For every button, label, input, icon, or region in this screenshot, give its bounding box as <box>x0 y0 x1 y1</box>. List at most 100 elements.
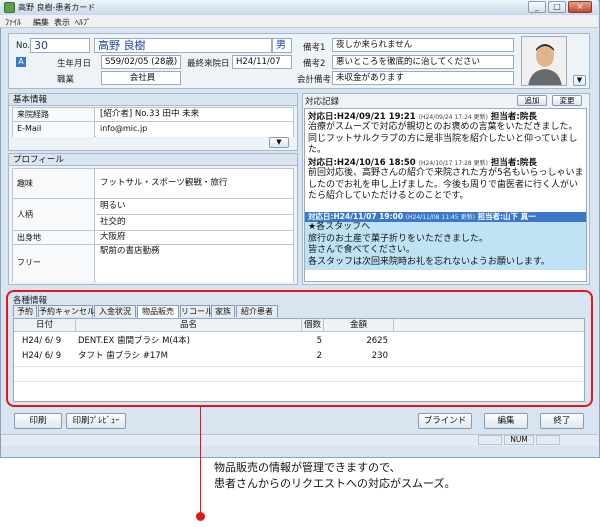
record-staff: 担当者:山下 真一 <box>477 212 536 221</box>
print-button[interactable]: 印刷 <box>14 413 62 429</box>
status-pane <box>536 435 560 445</box>
row-amount: 2625 <box>366 336 388 346</box>
record-date: 対応日:H24/09/21 19:21 <box>308 112 416 122</box>
patient-photo[interactable] <box>521 36 567 86</box>
note1-field[interactable]: 夜しか来られません <box>332 38 514 52</box>
tab-product-sales[interactable]: 物品販売 <box>137 305 179 318</box>
row-quantity: 2 <box>316 351 322 361</box>
status-num: NUM <box>504 435 534 445</box>
close-button[interactable]: × <box>568 1 592 13</box>
table-row[interactable]: H24/ 6/ 9 DENT.EX 歯間ブラシ M(4本) 5 2625 <box>14 334 584 349</box>
sales-table: 日付 品名 個数 金額 H24/ 6/ 9 DENT.EX 歯間ブラシ M(4本… <box>13 318 585 402</box>
record-item-selected[interactable]: 対応日:H24/11/07 19:00 (H24/11/08 11:45 更新)… <box>305 212 586 270</box>
tab-reservation-cancel[interactable]: 予約キャンセル <box>38 305 95 317</box>
callout-dot-icon <box>196 512 205 521</box>
hobby-row: 趣味 フットサル・スポーツ観戦・旅行 <box>13 169 293 199</box>
tab-recall[interactable]: リコール <box>180 305 213 317</box>
blind-button[interactable]: ブラインド <box>418 413 472 429</box>
col-date[interactable]: 日付 <box>14 319 76 331</box>
email-label: E-Mail <box>13 122 95 137</box>
birthplace-label: 出身地 <box>13 231 95 244</box>
patient-no-field[interactable]: 30 <box>30 38 90 53</box>
edit-button[interactable]: 編集 <box>484 413 528 429</box>
records-header: 対応記録 <box>305 97 340 107</box>
tab-family[interactable]: 家族 <box>211 305 235 317</box>
patient-sex-field[interactable]: 男 <box>272 38 292 53</box>
profile-header: プロフィール <box>9 154 297 166</box>
birth-field[interactable]: S59/02/05 (28歳) <box>101 55 181 69</box>
profile-grid: 趣味 フットサル・スポーツ観戦・旅行 人柄 明るい 社交的 出身地 大阪府 フリ… <box>12 168 294 282</box>
record-header: 対応日:H24/09/21 19:21 (H24/09/24 17:24 更新)… <box>308 110 584 122</box>
free-value[interactable]: 駅前の書店勤務 <box>96 245 293 282</box>
patient-name-field[interactable]: 高野 良樹 <box>94 38 272 53</box>
empty-row-divider <box>14 381 584 382</box>
exit-button[interactable]: 終了 <box>540 413 584 429</box>
photo-dropdown-button[interactable]: ▼ <box>573 75 586 86</box>
birthplace-value[interactable]: 大阪府 <box>96 231 293 244</box>
hobby-label: 趣味 <box>13 169 95 198</box>
last-visit-field[interactable]: H24/11/07 <box>232 55 292 69</box>
row-date: H24/ 6/ 9 <box>22 336 62 346</box>
record-body: ★各スタッフへ 旅行のお土産で菓子折りをいただきました。 皆さんで食べてください… <box>308 222 550 267</box>
col-item-name[interactable]: 品名 <box>76 319 302 331</box>
edit-record-button[interactable]: 変更 <box>552 95 582 106</box>
record-item[interactable]: 対応日:H24/10/16 18:50 (H24/10/17 17:28 更新)… <box>308 156 584 203</box>
misc-tabs: 予約 予約キャンセル 入金状況 物品販売 リコール 家族 紹介患者 <box>13 305 585 319</box>
menu-file[interactable]: ﾌｧｲﾙ <box>5 17 21 28</box>
record-header: 対応日:H24/10/16 18:50 (H24/10/17 17:28 更新)… <box>308 156 584 168</box>
table-row[interactable]: H24/ 6/ 9 タフト 歯ブラシ #17M 2 230 <box>14 349 584 364</box>
row-quantity: 5 <box>316 336 322 346</box>
records-list[interactable]: 対応日:H24/09/21 19:21 (H24/09/24 17:24 更新)… <box>304 108 587 282</box>
record-body: 治療がスムーズで対応が親切とのお褒めの言葉をいただきました。同じフットサルクラブ… <box>308 122 578 155</box>
company-note-field[interactable]: 未収金があります <box>332 71 514 85</box>
personality-value-2[interactable]: 社交的 <box>96 215 293 230</box>
row-date: H24/ 6/ 9 <box>22 351 62 361</box>
note2-field[interactable]: 悪いところを徹底的に治してください <box>332 55 514 69</box>
free-row: フリー 駅前の書店勤務 <box>13 245 293 282</box>
note1-label: 備考1 <box>303 43 326 53</box>
menu-edit[interactable]: 編集 <box>33 17 49 28</box>
no-label: No. <box>16 41 31 51</box>
record-staff: 担当者:院長 <box>490 112 537 122</box>
menu-view[interactable]: 表示 <box>54 17 70 28</box>
birth-label: 生年月日 <box>57 59 92 69</box>
email-row: E-Mail info@mic.jp <box>13 122 293 137</box>
tab-reservation[interactable]: 予約 <box>13 305 37 317</box>
app-icon <box>4 2 15 13</box>
personality-label: 人柄 <box>13 199 95 230</box>
caption-line-2: 患者さんからのリクエストへの対応がスムーズ。 <box>214 477 456 490</box>
personality-row: 人柄 明るい 社交的 <box>13 199 293 231</box>
record-staff: 担当者:院長 <box>490 158 537 168</box>
hobby-value[interactable]: フットサル・スポーツ観戦・旅行 <box>96 169 293 198</box>
sales-table-header: 日付 品名 個数 金額 <box>14 319 584 332</box>
record-body: 前回対応後、高野さんの紹介で来院された方が5名もいらっしゃいましたのでお礼を申し… <box>308 168 584 201</box>
minimize-button[interactable]: _ <box>528 1 546 13</box>
print-preview-button[interactable]: 印刷ﾌﾟﾚﾋﾞｭｰ <box>66 413 126 429</box>
note2-label: 備考2 <box>303 59 326 69</box>
add-record-button[interactable]: 追加 <box>517 95 547 106</box>
basic-info-dropdown-button[interactable]: ▼ <box>269 137 289 148</box>
basic-info-header: 基本情報 <box>9 94 297 106</box>
col-quantity[interactable]: 個数 <box>302 319 324 331</box>
record-date: 対応日:H24/11/07 19:00 <box>308 212 404 221</box>
status-pane <box>478 435 502 445</box>
record-updated: (H24/11/08 11:45 更新) <box>405 214 475 221</box>
job-field[interactable]: 会社員 <box>101 71 181 85</box>
tab-referred-patients[interactable]: 紹介患者 <box>236 305 278 317</box>
tab-payment[interactable]: 入金状況 <box>94 305 136 317</box>
record-item[interactable]: 対応日:H24/09/21 19:21 (H24/09/24 17:24 更新)… <box>308 110 584 157</box>
maximize-button[interactable]: □ <box>548 1 566 13</box>
record-updated: (H24/10/17 17:28 更新) <box>418 160 488 167</box>
row-amount: 230 <box>371 351 388 361</box>
menu-help[interactable]: ﾍﾙﾌﾟ <box>75 17 91 28</box>
email-value[interactable]: info@mic.jp <box>96 122 293 137</box>
row-item-name: DENT.EX 歯間ブラシ M(4本) <box>78 336 190 346</box>
col-amount[interactable]: 金額 <box>324 319 394 331</box>
callout-line <box>200 407 201 517</box>
personality-value-1[interactable]: 明るい <box>96 199 293 215</box>
route-value[interactable]: [紹介者] No.33 田中 未来 <box>96 108 293 121</box>
record-header: 対応日:H24/11/07 19:00 (H24/11/08 11:45 更新)… <box>305 212 586 222</box>
free-label: フリー <box>13 245 95 282</box>
basic-info-grid: 来院経路 [紹介者] No.33 田中 未来 E-Mail info@mic.j… <box>12 107 294 137</box>
job-label: 職業 <box>57 75 75 85</box>
